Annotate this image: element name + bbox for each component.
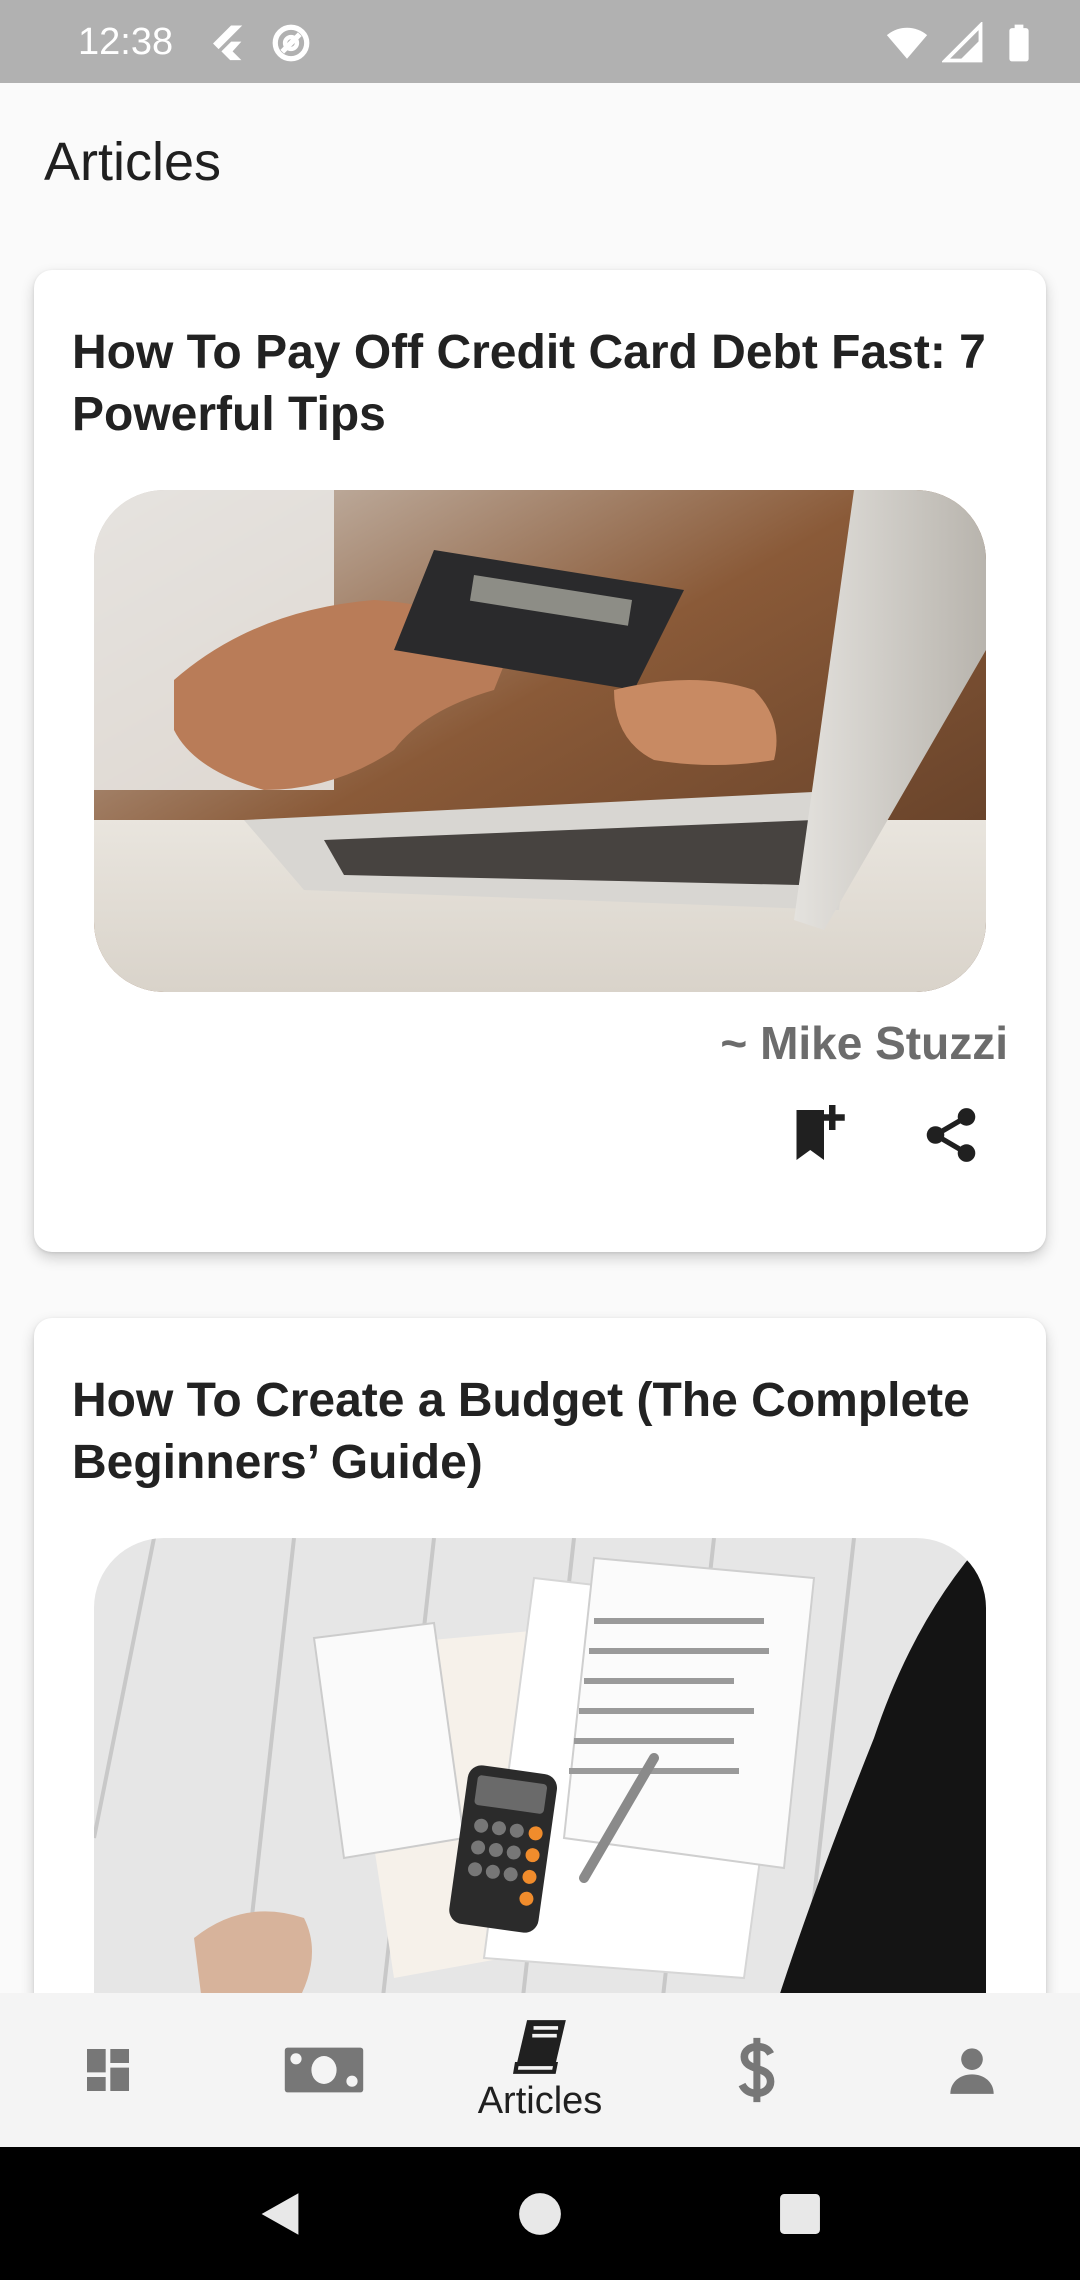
article-card[interactable]: How To Create a Budget (The Complete Beg… xyxy=(34,1318,1046,2078)
system-navigation-bar xyxy=(0,2147,1080,2280)
money-icon xyxy=(284,2047,364,2093)
at-sign-icon xyxy=(272,24,310,62)
article-actions xyxy=(784,1100,986,1170)
credit-card-laptop-photo xyxy=(94,490,986,992)
nav-label-articles: Articles xyxy=(477,2080,603,2122)
bottom-navigation: Articles xyxy=(0,1993,1080,2147)
article-author: ~ Mike Stuzzi xyxy=(720,1017,1008,1069)
page-title: Articles xyxy=(44,132,222,192)
recents-icon xyxy=(780,2193,820,2234)
article-title[interactable]: How To Pay Off Credit Card Debt Fast: 7 … xyxy=(72,322,1002,446)
share-button[interactable] xyxy=(916,1100,986,1170)
bookmark-add-button[interactable] xyxy=(784,1100,854,1170)
share-icon xyxy=(926,1108,976,1162)
back-icon xyxy=(261,2192,299,2235)
article-image[interactable] xyxy=(94,490,986,992)
book-icon xyxy=(513,2020,566,2074)
home-icon xyxy=(519,2192,561,2235)
dollar-icon xyxy=(738,2037,775,2103)
nav-item-articles[interactable]: Articles xyxy=(440,1993,640,2147)
bookmark-add-icon xyxy=(796,1105,845,1160)
back-button[interactable] xyxy=(250,2184,310,2244)
nav-item-profile[interactable] xyxy=(872,1993,1072,2147)
dashboard-icon xyxy=(87,2049,129,2091)
status-bar: 12:38 xyxy=(0,0,1080,83)
battery-icon xyxy=(1009,24,1029,62)
nav-item-dollar[interactable] xyxy=(656,1993,856,2147)
status-time: 12:38 xyxy=(78,21,174,63)
recents-button[interactable] xyxy=(770,2184,830,2244)
status-left-icons xyxy=(206,22,312,64)
nav-item-dashboard[interactable] xyxy=(8,1993,208,2147)
article-title[interactable]: How To Create a Budget (The Complete Beg… xyxy=(72,1370,1002,1494)
nav-item-money[interactable] xyxy=(224,1993,424,2147)
status-right-icons xyxy=(886,22,1040,64)
signal-icon xyxy=(942,22,983,63)
home-button[interactable] xyxy=(510,2184,570,2244)
article-card[interactable]: How To Pay Off Credit Card Debt Fast: 7 … xyxy=(34,270,1046,1252)
person-icon xyxy=(950,2048,994,2094)
flutter-icon xyxy=(213,25,243,61)
wifi-icon xyxy=(886,27,928,59)
